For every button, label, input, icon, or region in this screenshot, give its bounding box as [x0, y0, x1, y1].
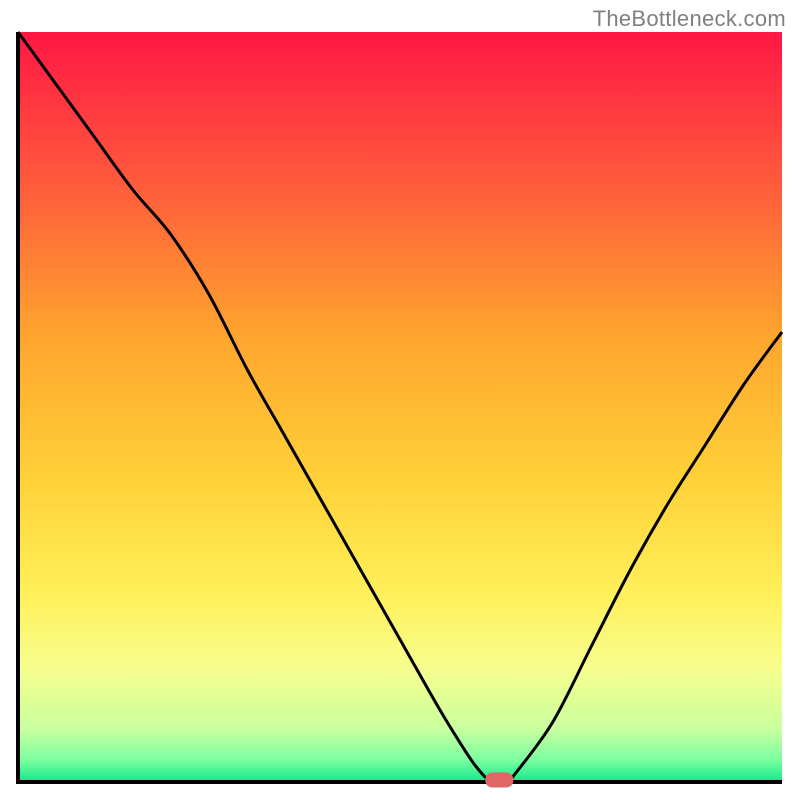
chart-svg	[0, 0, 800, 800]
watermark-text: TheBottleneck.com	[593, 6, 786, 32]
bottleneck-chart: TheBottleneck.com	[0, 0, 800, 800]
plot-background	[18, 32, 782, 782]
minimum-marker	[485, 773, 513, 788]
